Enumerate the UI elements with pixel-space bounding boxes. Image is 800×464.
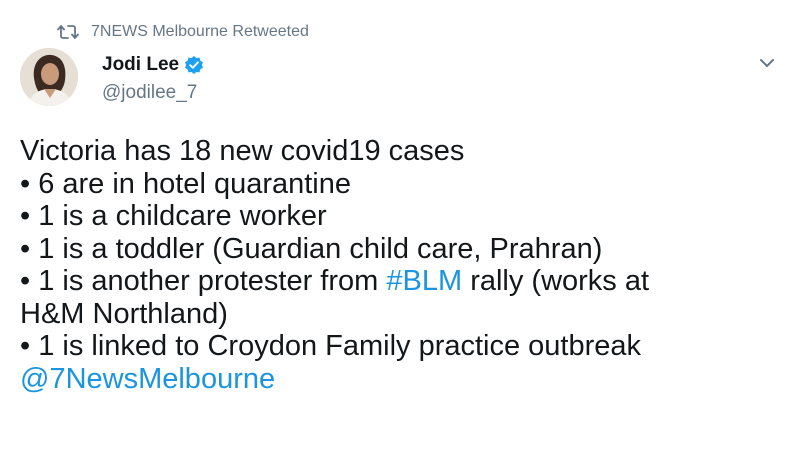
tweet-line: • 1 is another protester from #BLM rally… bbox=[20, 265, 790, 298]
chevron-down-icon[interactable] bbox=[752, 48, 782, 78]
author-handle[interactable]: @jodilee_7 bbox=[102, 82, 197, 104]
avatar[interactable] bbox=[20, 48, 78, 106]
retweet-label[interactable]: 7NEWS Melbourne Retweeted bbox=[91, 23, 309, 41]
author-name-row[interactable]: Jodi Lee bbox=[102, 54, 204, 76]
tweet-card[interactable]: 7NEWS Melbourne Retweeted Jodi Lee @jodi… bbox=[0, 0, 800, 464]
author-name[interactable]: Jodi Lee bbox=[102, 54, 179, 76]
tweet-text-segment: • 1 is another protester from bbox=[20, 265, 387, 297]
retweet-context[interactable]: 7NEWS Melbourne Retweeted bbox=[57, 20, 309, 44]
tweet-line: • 1 is a childcare worker bbox=[20, 200, 327, 232]
tweet-text: Victoria has 18 new covid19 cases • 6 ar… bbox=[20, 135, 790, 395]
verified-badge-icon bbox=[184, 55, 204, 75]
tweet-line: • 1 is a toddler (Guardian child care, P… bbox=[20, 232, 603, 265]
mention-link[interactable]: @7NewsMelbourne bbox=[20, 363, 790, 396]
tweet-line: H&M Northland) bbox=[20, 297, 228, 330]
retweet-icon bbox=[57, 23, 79, 41]
tweet-line: • 1 is linked to Croydon Family practice… bbox=[20, 330, 642, 362]
tweet-line: Victoria has 18 new covid19 cases bbox=[20, 135, 465, 167]
tweet-line: • 6 are in hotel quarantine bbox=[20, 167, 351, 200]
hashtag-link[interactable]: #BLM bbox=[386, 265, 462, 297]
tweet-text-segment: rally (works at bbox=[462, 265, 650, 297]
